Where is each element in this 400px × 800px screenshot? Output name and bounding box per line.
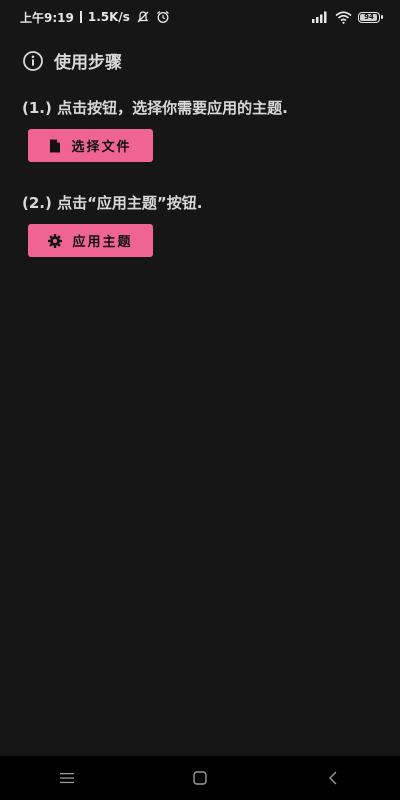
apply-theme-label: 应用主题: [72, 235, 133, 250]
battery-level: 94: [364, 12, 374, 21]
signal-icon: [311, 11, 329, 23]
status-divider: [79, 11, 82, 23]
apply-theme-button[interactable]: 应用主题: [28, 224, 153, 257]
select-file-button[interactable]: 选择文件: [28, 129, 153, 162]
wifi-icon: [335, 10, 352, 24]
select-file-label: 选择文件: [71, 140, 132, 155]
gear-icon: [48, 233, 63, 248]
status-time: 上午9:19: [20, 10, 74, 25]
battery-icon: 94: [358, 11, 383, 23]
navigation-bar: [0, 756, 400, 800]
section-header: 使用步骤: [22, 48, 122, 73]
home-icon: [192, 770, 208, 786]
step-1-text: (1.) 点击按钮，选择你需要应用的主题.: [22, 99, 288, 117]
file-icon: [49, 139, 61, 153]
no-notification-icon: [136, 10, 150, 24]
status-bar: 上午9:19 1.5K/s 94: [0, 0, 400, 34]
alarm-icon: [156, 10, 170, 24]
menu-icon: [59, 772, 75, 784]
section-title: 使用步骤: [54, 53, 122, 73]
status-left: 上午9:19 1.5K/s: [20, 9, 170, 26]
step-2-text: (2.) 点击“应用主题”按钮.: [22, 194, 203, 212]
info-icon: [22, 50, 44, 72]
status-right: 94: [311, 10, 383, 24]
back-icon: [327, 770, 339, 786]
menu-button[interactable]: [37, 756, 97, 800]
home-button[interactable]: [170, 756, 230, 800]
back-button[interactable]: [303, 756, 363, 800]
network-speed: 1.5K/s: [87, 10, 130, 24]
